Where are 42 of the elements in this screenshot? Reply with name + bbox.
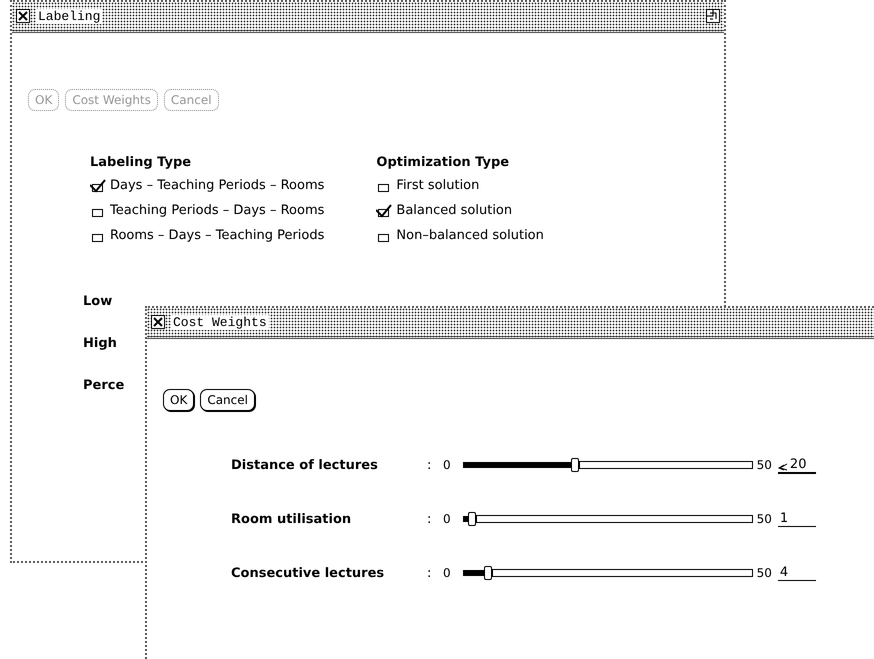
window-title: Labeling <box>36 8 102 24</box>
close-icon[interactable] <box>151 315 165 329</box>
value-field[interactable]: 1 <box>778 511 816 527</box>
colon-text: : <box>427 566 432 580</box>
max-value: 50 <box>756 458 773 472</box>
slider-label: Consecutive lectures <box>231 566 386 580</box>
slider-thumb[interactable] <box>468 512 476 526</box>
window-title: Cost Weights <box>171 314 269 330</box>
field-label: Perce <box>83 377 126 395</box>
slider-label: Distance of lectures <box>231 458 379 472</box>
min-value: 0 <box>442 566 452 580</box>
resize-icon[interactable] <box>706 9 720 23</box>
max-value: 50 <box>756 512 773 526</box>
slider-track[interactable] <box>462 457 753 473</box>
option-label[interactable]: Teaching Periods – Days – Rooms <box>110 203 324 218</box>
group-heading: Labeling Type <box>90 155 192 170</box>
slider-thumb[interactable] <box>570 458 579 472</box>
slider-label: Room utilisation <box>231 512 352 526</box>
dialog-button[interactable]: OK <box>163 389 194 411</box>
slider-thumb[interactable] <box>484 566 492 580</box>
value-field[interactable]: 4 <box>778 565 816 581</box>
slider-track[interactable] <box>462 511 753 527</box>
close-icon[interactable] <box>16 9 30 23</box>
checked-checkbox-icon[interactable] <box>90 178 106 192</box>
field-label: Low <box>83 293 114 311</box>
max-value: 50 <box>756 566 773 580</box>
option-label[interactable]: First solution <box>396 178 480 193</box>
colon-text: : <box>427 458 432 472</box>
option-label[interactable]: Non–balanced solution <box>396 228 544 243</box>
slider-track[interactable] <box>462 565 753 581</box>
checked-checkbox-icon[interactable] <box>376 204 392 218</box>
colon-text: : <box>427 512 432 526</box>
min-value: 0 <box>442 512 452 526</box>
value-field[interactable]: 20 <box>778 456 816 474</box>
min-value: 0 <box>442 458 452 472</box>
option-label[interactable]: Days – Teaching Periods – Rooms <box>110 178 324 193</box>
option-label[interactable]: Rooms – Days – Teaching Periods <box>110 228 324 243</box>
caret-icon <box>778 462 788 470</box>
field-label: High <box>83 335 118 353</box>
dialog-button[interactable]: Cancel <box>200 389 255 411</box>
option-label[interactable]: Balanced solution <box>396 203 512 218</box>
group-heading: Optimization Type <box>376 155 510 170</box>
